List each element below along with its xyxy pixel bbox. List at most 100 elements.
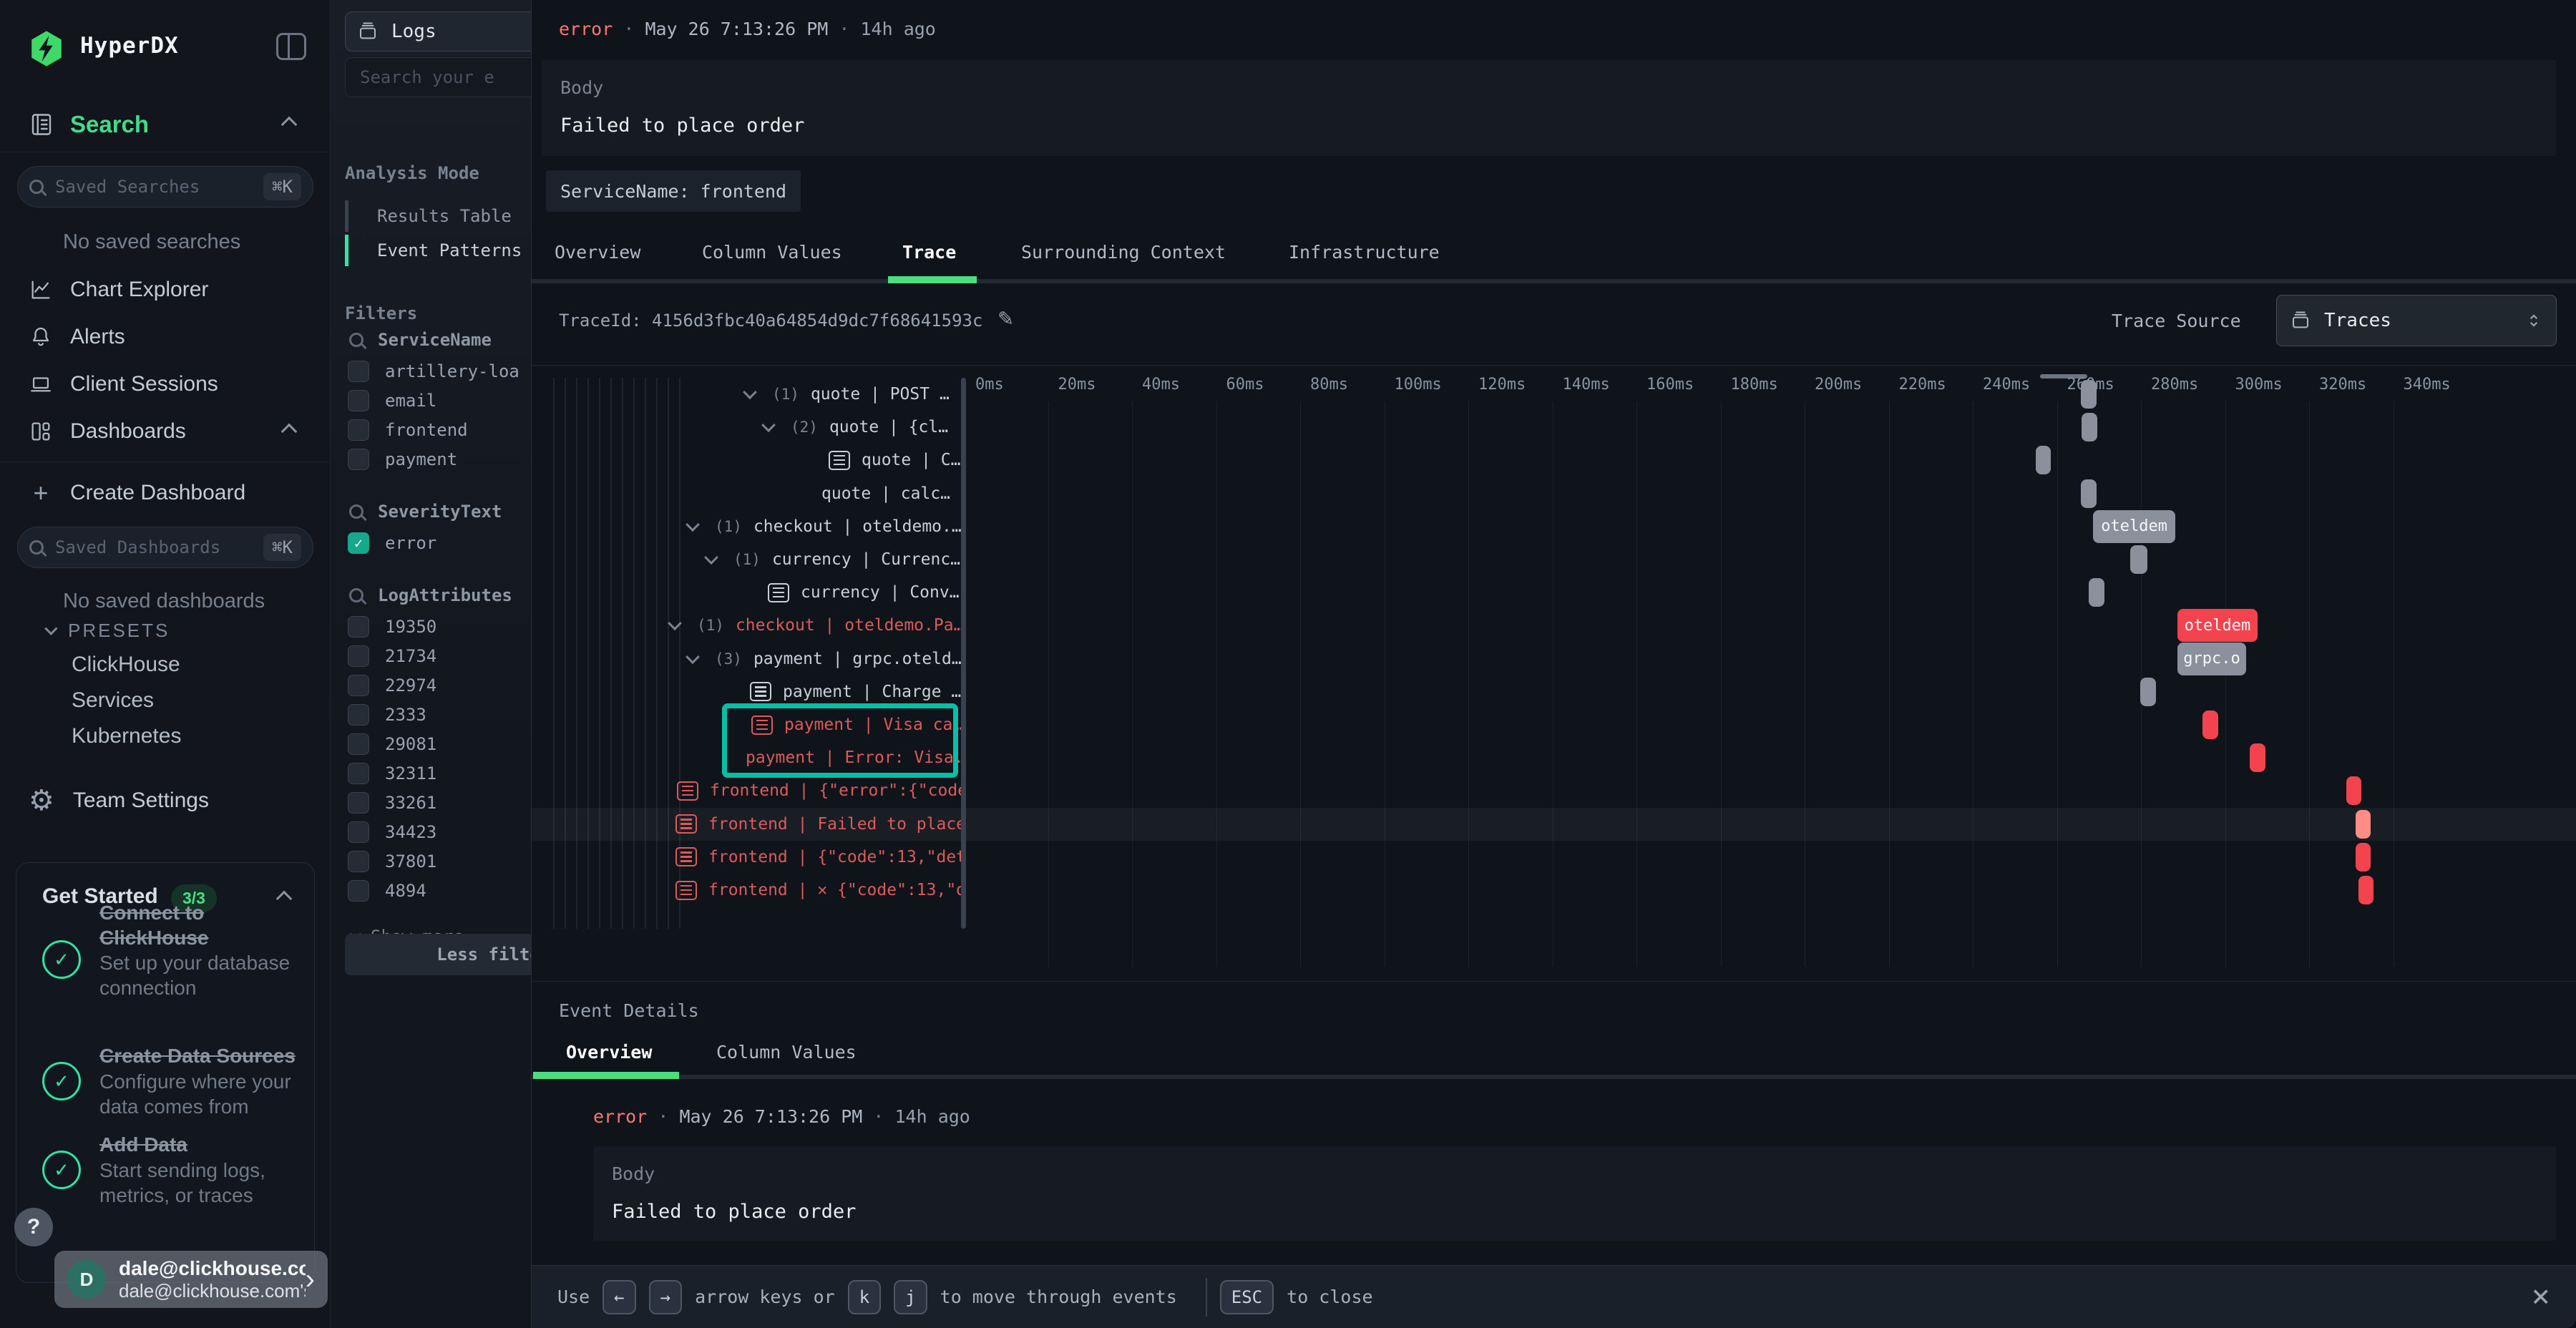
span-row[interactable]: (2)quote | {cl… <box>532 411 2576 444</box>
mode-results-table[interactable]: Results Table <box>345 199 524 233</box>
span-duration-bar[interactable] <box>2036 446 2051 474</box>
trace-source-select[interactable]: Traces <box>2276 295 2557 346</box>
help-button[interactable]: ? <box>14 1208 53 1246</box>
k-key[interactable]: k <box>848 1280 881 1314</box>
event-details-tab-column-values[interactable]: Column Values <box>716 1042 857 1063</box>
checkbox[interactable] <box>348 792 369 814</box>
close-icon[interactable]: × <box>2532 1276 2551 1317</box>
chevron-down-icon[interactable] <box>668 617 682 631</box>
span-row[interactable]: frontend | Failed to place… <box>532 808 2576 841</box>
event-details-tab-overview[interactable]: Overview <box>566 1042 652 1063</box>
span-duration-bar[interactable] <box>2140 678 2156 706</box>
collapse-sidebar-icon[interactable] <box>276 33 306 60</box>
span-duration-bar[interactable]: oteldem <box>2093 510 2175 543</box>
tab-infrastructure[interactable]: Infrastructure <box>1289 242 1440 263</box>
checkbox[interactable] <box>348 733 369 755</box>
preset-kubernetes[interactable]: Kubernetes <box>72 724 181 748</box>
arrow-left-key[interactable]: ← <box>602 1280 635 1314</box>
source-select[interactable]: Logs <box>345 11 531 52</box>
checkbox[interactable] <box>348 616 369 638</box>
j-key[interactable]: j <box>894 1280 927 1314</box>
sidebar-item-chart-explorer[interactable]: Chart Explorer <box>29 272 308 308</box>
filter-option[interactable]: payment <box>331 444 531 474</box>
filter-option[interactable]: 37801 <box>331 846 531 876</box>
span-duration-bar[interactable] <box>2250 743 2265 772</box>
span-duration-bar[interactable]: oteldem <box>2177 609 2258 642</box>
tab-overview[interactable]: Overview <box>555 242 640 263</box>
span-duration-bar[interactable] <box>2130 545 2147 574</box>
saved-dashboards-input[interactable]: Saved Dashboards ⌘K <box>17 527 313 568</box>
filter-group-header[interactable]: SeverityText <box>331 495 531 528</box>
less-filters-button[interactable]: Less filters <box>345 934 531 975</box>
create-dashboard-button[interactable]: + Create Dashboard <box>29 475 308 511</box>
tab-trace[interactable]: Trace <box>902 242 956 263</box>
checkbox[interactable] <box>348 851 369 872</box>
span-duration-bar[interactable] <box>2089 578 2104 607</box>
span-duration-bar[interactable] <box>2358 876 2373 904</box>
filter-option[interactable]: 33261 <box>331 788 531 817</box>
filter-option[interactable]: ✓error <box>331 528 531 557</box>
span-row[interactable]: (1)currency | Currenc… <box>532 543 2576 576</box>
checkbox[interactable] <box>348 361 369 382</box>
checkbox[interactable] <box>348 645 369 667</box>
span-duration-bar[interactable] <box>2081 380 2097 409</box>
checkbox-checked[interactable]: ✓ <box>348 532 369 554</box>
preset-services[interactable]: Services <box>72 688 154 713</box>
esc-key[interactable]: ESC <box>1220 1280 1274 1314</box>
span-row[interactable]: frontend | {"error":{"code… <box>532 774 2576 807</box>
filter-option[interactable]: 32311 <box>331 758 531 788</box>
filter-option[interactable]: 21734 <box>331 641 531 670</box>
filter-option[interactable]: 19350 <box>331 612 531 641</box>
span-row[interactable]: (3)payment | grpc.oteld…grpc.o <box>532 643 2576 675</box>
tab-column-values[interactable]: Column Values <box>702 242 842 263</box>
logo[interactable]: HyperDX <box>26 26 312 72</box>
sidebar-item-client-sessions[interactable]: Client Sessions <box>29 366 308 402</box>
checkbox[interactable] <box>348 419 369 441</box>
filter-option[interactable]: 34423 <box>331 817 531 846</box>
span-duration-bar[interactable] <box>2082 413 2097 441</box>
filter-option[interactable]: frontend <box>331 415 531 444</box>
span-duration-bar[interactable] <box>2356 810 2371 839</box>
span-duration-bar[interactable]: grpc.o <box>2177 643 2246 675</box>
checkbox[interactable] <box>348 821 369 843</box>
span-duration-bar[interactable] <box>2346 776 2361 805</box>
sidebar-item-dashboards[interactable]: Dashboards <box>29 414 308 449</box>
filter-option[interactable]: 2333 <box>331 700 531 729</box>
chevron-down-icon[interactable] <box>686 517 700 532</box>
span-row[interactable]: quote | calc… <box>532 477 2576 510</box>
span-duration-bar[interactable] <box>2202 711 2218 739</box>
checkbox[interactable] <box>348 704 369 726</box>
filter-option[interactable]: email <box>331 386 531 415</box>
service-name-tag[interactable]: ServiceName: frontend <box>546 170 801 212</box>
filter-option[interactable]: 29081 <box>331 729 531 758</box>
filter-option[interactable]: 22974 <box>331 670 531 700</box>
span-row[interactable]: (1)quote | POST … <box>532 378 2576 411</box>
filter-group-header[interactable]: LogAttributes <box>331 579 531 612</box>
span-duration-bar[interactable] <box>2356 843 2371 872</box>
span-row[interactable]: frontend | ✕ {"code":13,"d… <box>532 874 2576 907</box>
checkbox[interactable] <box>348 880 369 902</box>
user-menu[interactable]: D dale@clickhouse.com dale@clickhouse.co… <box>54 1251 328 1308</box>
span-duration-bar[interactable] <box>2081 479 2097 508</box>
mode-event-patterns[interactable]: Event Patterns <box>345 233 524 268</box>
span-row[interactable]: currency | Conv… <box>532 576 2576 609</box>
chevron-down-icon[interactable] <box>743 385 757 399</box>
checkbox[interactable] <box>348 763 369 784</box>
tree-scrollbar[interactable] <box>961 378 966 929</box>
sidebar-item-team-settings[interactable]: ⚙ Team Settings <box>29 783 308 819</box>
saved-searches-input[interactable]: Saved Searches ⌘K <box>17 166 313 208</box>
filter-group-header[interactable]: ServiceName <box>331 323 531 356</box>
event-search-input[interactable]: Search your e <box>345 57 531 97</box>
filter-option[interactable]: 4894 <box>331 876 531 905</box>
tab-surrounding-context[interactable]: Surrounding Context <box>1021 242 1226 263</box>
span-row[interactable]: quote | C… <box>532 444 2576 477</box>
arrow-right-key[interactable]: → <box>649 1280 682 1314</box>
checkbox[interactable] <box>348 390 369 411</box>
sidebar-section-search[interactable]: Search <box>29 107 308 142</box>
sidebar-item-alerts[interactable]: Alerts <box>29 319 308 355</box>
presets-toggle[interactable]: PRESETS <box>44 620 170 642</box>
chevron-down-icon[interactable] <box>704 550 718 565</box>
span-row[interactable]: (1)checkout | oteldemo.…oteldem <box>532 510 2576 543</box>
filter-option[interactable]: artillery-loa <box>331 356 531 386</box>
chevron-down-icon[interactable] <box>686 650 700 664</box>
